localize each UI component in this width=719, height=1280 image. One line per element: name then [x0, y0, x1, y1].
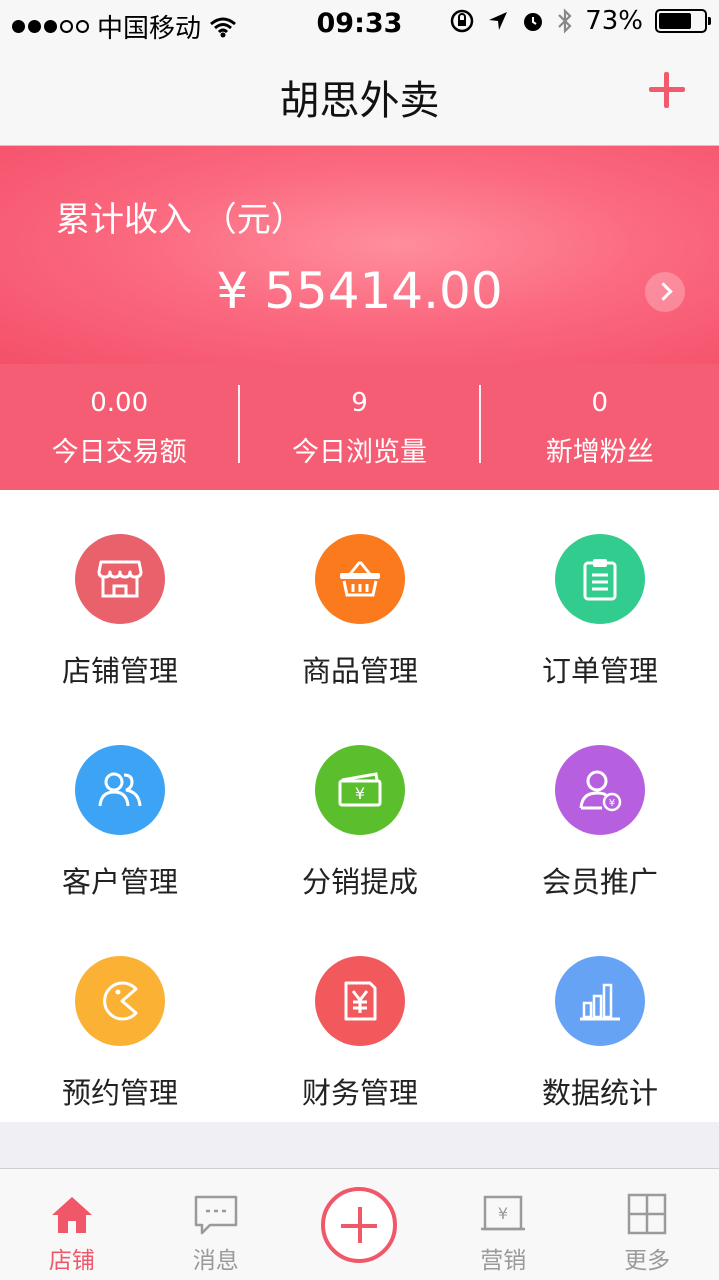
status-right: 73% [449, 6, 711, 36]
location-arrow-icon [489, 12, 508, 30]
grid-item-label: 数据统计 [541, 1076, 658, 1110]
yuan-icon [315, 956, 405, 1046]
grid-item-label: 预约管理 [61, 1076, 178, 1110]
chevron-right-icon[interactable] [645, 272, 685, 312]
grid-item-label: 财务管理 [301, 1076, 418, 1110]
cash-icon: ¥ [315, 745, 405, 835]
grid-item-order-management[interactable]: 订单管理 [480, 490, 719, 700]
battery-percent: 73% [585, 6, 643, 36]
income-banner[interactable]: 累计收入 （元） ¥ 55414.00 [0, 146, 719, 364]
stat-value: 0 [591, 388, 609, 418]
stat-label: 新增粉丝 [545, 437, 654, 468]
stat-value: 9 [351, 388, 368, 418]
tab-messages[interactable]: 消息 [144, 1169, 288, 1280]
plus-circle-icon [321, 1187, 398, 1263]
home-icon [51, 1197, 92, 1233]
bluetooth-icon [558, 8, 572, 34]
grid-item-reservation-management[interactable]: 预约管理 [0, 912, 240, 1122]
tab-label: 更多 [624, 1248, 671, 1274]
add-button[interactable] [643, 66, 691, 114]
stat-new-fans[interactable]: 0 新增粉丝 [481, 364, 719, 490]
today-stats: 0.00 今日交易额 9 今日浏览量 0 新增粉丝 [0, 364, 719, 490]
grid-item-label: 客户管理 [61, 865, 178, 899]
grid-item-member-promotion[interactable]: ¥ 会员推广 [480, 701, 719, 911]
total-income-value: ¥ 55414.00 [216, 262, 503, 320]
grid-item-label: 商品管理 [301, 654, 418, 688]
grid-item-distribution-commission[interactable]: ¥ 分销提成 [240, 701, 480, 911]
grid-item-label: 分销提成 [301, 865, 418, 899]
stat-label: 今日交易额 [51, 437, 187, 468]
store-icon [75, 534, 165, 624]
users-icon [75, 745, 165, 835]
grid-item-label: 店铺管理 [61, 654, 178, 688]
basket-icon [315, 534, 405, 624]
grid-item-store-management[interactable]: 店铺管理 [0, 490, 240, 700]
grid-item-data-statistics[interactable]: 数据统计 [480, 912, 719, 1122]
grid-item-label: 会员推广 [541, 865, 658, 899]
tab-label: 店铺 [48, 1248, 95, 1274]
total-income-label: 累计收入 （元） [56, 200, 305, 240]
grid-item-product-management[interactable]: 商品管理 [240, 490, 480, 700]
stat-label: 今日浏览量 [291, 437, 427, 468]
tab-more[interactable]: 更多 [575, 1169, 719, 1280]
svg-text:¥: ¥ [609, 798, 615, 809]
marketing-icon: ¥ [481, 1195, 526, 1231]
section-gap [0, 1122, 719, 1168]
rotation-lock-icon [450, 9, 474, 33]
clipboard-icon [555, 534, 645, 624]
grid-item-finance-management[interactable]: 财务管理 [240, 912, 480, 1122]
message-icon [194, 1195, 237, 1235]
grid-icon [627, 1193, 667, 1235]
tab-label: 营销 [480, 1248, 527, 1274]
page-title: 胡思外卖 [279, 78, 440, 124]
pacman-icon [75, 956, 165, 1046]
tab-store[interactable]: 店铺 [0, 1169, 144, 1280]
stat-today-transactions[interactable]: 0.00 今日交易额 [0, 364, 238, 490]
status-bar: 中国移动 09:33 73% [0, 0, 719, 46]
member-icon: ¥ [555, 745, 645, 835]
bar-chart-icon [555, 956, 645, 1046]
grid-item-customer-management[interactable]: 客户管理 [0, 701, 240, 911]
grid-item-label: 订单管理 [541, 654, 658, 688]
tab-bar: 店铺 消息 ¥ 营销 更多 [0, 1168, 719, 1280]
stat-value: 0.00 [90, 388, 149, 418]
alarm-clock-icon [524, 13, 543, 31]
svg-text:¥: ¥ [498, 1204, 508, 1223]
battery-icon [655, 9, 711, 33]
svg-text:¥: ¥ [355, 784, 365, 803]
tab-label: 消息 [192, 1248, 239, 1274]
stat-today-views[interactable]: 9 今日浏览量 [240, 364, 478, 490]
function-grid: 店铺管理 商品管理 订单管理 客户管理 ¥ 分销提成 ¥ 会员推广 预约管理 财… [0, 490, 719, 1122]
tab-add[interactable] [288, 1169, 432, 1280]
navigation-bar: 胡思外卖 [0, 46, 719, 146]
tab-marketing[interactable]: ¥ 营销 [431, 1169, 575, 1280]
